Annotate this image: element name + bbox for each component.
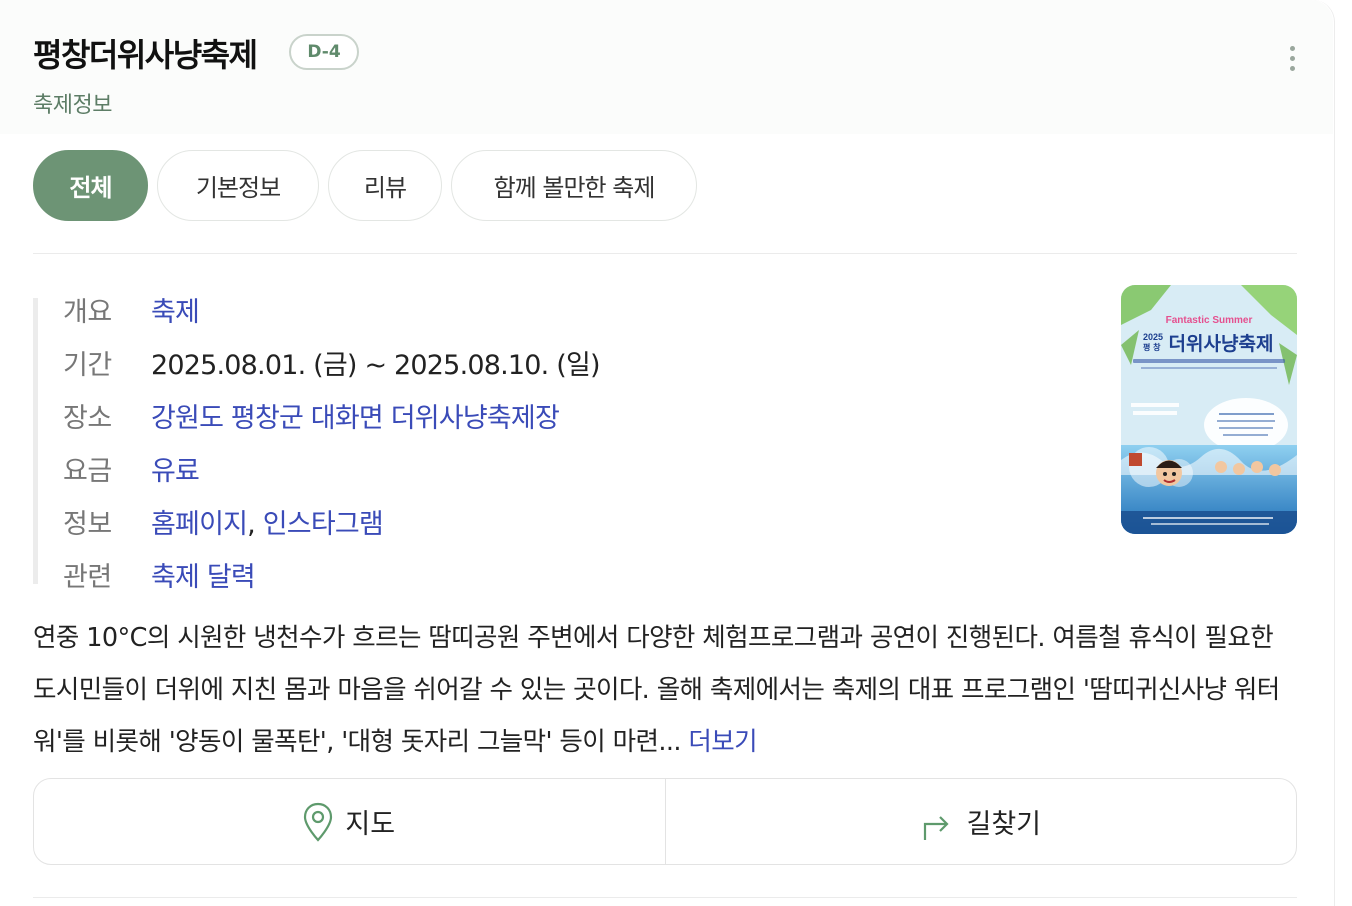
info-label: 개요 <box>63 296 112 328</box>
divider <box>33 253 1297 254</box>
tab-basic-info[interactable]: 기본정보 <box>157 150 319 221</box>
directions-arrow-icon <box>924 815 950 840</box>
info-row-fee: 요금 유료 <box>63 448 200 488</box>
info-label: 관련 <box>63 561 112 593</box>
poster-year: 2025 <box>1143 332 1163 342</box>
description-text: 연중 10°C의 시원한 냉천수가 흐르는 땀띠공원 주변에서 다양한 체험프로… <box>33 623 1280 757</box>
poster-title: 더위사냥축제 <box>1169 333 1274 355</box>
map-button-label: 지도 <box>345 809 396 840</box>
directions-button-label: 길찾기 <box>966 809 1042 840</box>
info-label: 기간 <box>63 349 112 381</box>
info-label: 요금 <box>63 455 112 487</box>
info-label: 정보 <box>63 508 112 540</box>
festival-description: 연중 10°C의 시원한 냉천수가 흐르는 땀띠공원 주변에서 다양한 체험프로… <box>33 612 1299 768</box>
festival-subtitle: 축제정보 <box>33 93 112 118</box>
divider <box>33 897 1297 898</box>
links-value: 홈페이지, 인스타그램 <box>151 502 384 541</box>
poster-place: 평 창 <box>1143 342 1161 352</box>
period-value: 2025.08.01. (금) ~ 2025.08.10. (일) <box>151 349 601 381</box>
tab-related-festivals[interactable]: 함께 볼만한 축제 <box>451 150 697 221</box>
info-label: 장소 <box>63 402 112 434</box>
map-pin-icon <box>304 802 333 842</box>
instagram-link[interactable]: 인스타그램 <box>263 509 384 540</box>
info-row-links: 정보 홈페이지, 인스타그램 <box>63 501 384 541</box>
poster-artwork: Fantastic Summer 2025 평 창 더위사냥축제 <box>1121 285 1297 534</box>
festival-card: 평창더위사냥축제 D-4 축제정보 전체 기본정보 리뷰 함께 볼만한 축제 개… <box>0 0 1335 906</box>
festival-poster-image[interactable]: Fantastic Summer 2025 평 창 더위사냥축제 <box>1121 285 1297 534</box>
info-row-related: 관련 축제 달력 <box>63 554 256 594</box>
info-section: 개요 축제 기간 2025.08.01. (금) ~ 2025.08.10. (… <box>33 297 1093 593</box>
info-accent-bar <box>33 298 38 584</box>
info-row-overview: 개요 축제 <box>63 289 200 329</box>
action-bar: 지도 길찾기 <box>33 778 1297 865</box>
festival-calendar-link[interactable]: 축제 달력 <box>151 555 256 594</box>
dday-badge: D-4 <box>289 34 359 70</box>
tab-all[interactable]: 전체 <box>33 150 148 221</box>
info-row-place: 장소 강원도 평창군 대화면 더위사냥축제장 <box>63 395 560 435</box>
directions-button[interactable]: 길찾기 <box>664 779 1297 864</box>
overview-link[interactable]: 축제 <box>151 290 200 329</box>
fee-link[interactable]: 유료 <box>151 449 200 488</box>
more-options-icon[interactable] <box>1280 40 1304 76</box>
festival-title: 평창더위사냥축제 <box>33 36 258 74</box>
place-link[interactable]: 강원도 평창군 대화면 더위사냥축제장 <box>151 396 560 435</box>
homepage-link[interactable]: 홈페이지 <box>151 509 248 540</box>
read-more-link[interactable]: 더보기 <box>688 727 757 757</box>
tab-reviews[interactable]: 리뷰 <box>328 150 442 221</box>
map-button[interactable]: 지도 <box>34 779 665 864</box>
link-separator: , <box>247 508 256 540</box>
info-row-period: 기간 2025.08.01. (금) ~ 2025.08.10. (일) <box>63 342 601 382</box>
poster-headline: Fantastic Summer <box>1166 315 1253 326</box>
